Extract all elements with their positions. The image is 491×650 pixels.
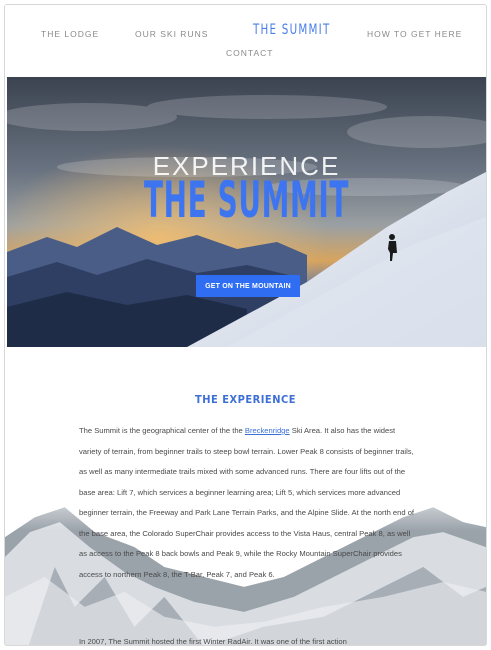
experience-paragraph: The Summit is the geographical center of… [79,421,419,585]
paragraph-text-start: The Summit is the geographical center of… [79,426,245,435]
hero-title: THE SUMMIT [144,171,349,229]
top-nav: THE LODGE OUR SKI RUNS THE SUMMIT HOW TO… [5,5,486,77]
brand-logo[interactable]: THE SUMMIT [253,22,330,38]
nav-link-how-to-get-here[interactable]: HOW TO GET HERE [367,29,462,39]
get-on-the-mountain-button[interactable]: GET ON THE MOUNTAIN [196,275,300,297]
experience-paragraph-2: In 2007, The Summit hosted the first Win… [79,637,347,646]
nav-link-contact[interactable]: CONTACT [226,48,273,58]
page-frame: THE LODGE OUR SKI RUNS THE SUMMIT HOW TO… [4,4,487,646]
breckenridge-link[interactable]: Breckenridge [245,426,290,435]
nav-link-the-lodge[interactable]: THE LODGE [41,29,99,39]
paragraph-text-rest: Ski Area. It also has the widest variety… [79,426,415,579]
experience-title: THE EXPERIENCE [194,393,296,406]
experience-section: THE EXPERIENCE The Summit is the geograp… [5,347,486,646]
nav-link-ski-runs[interactable]: OUR SKI RUNS [135,29,208,39]
hero-banner: EXPERIENCE THE SUMMIT GET ON THE MOUNTAI… [7,77,486,347]
